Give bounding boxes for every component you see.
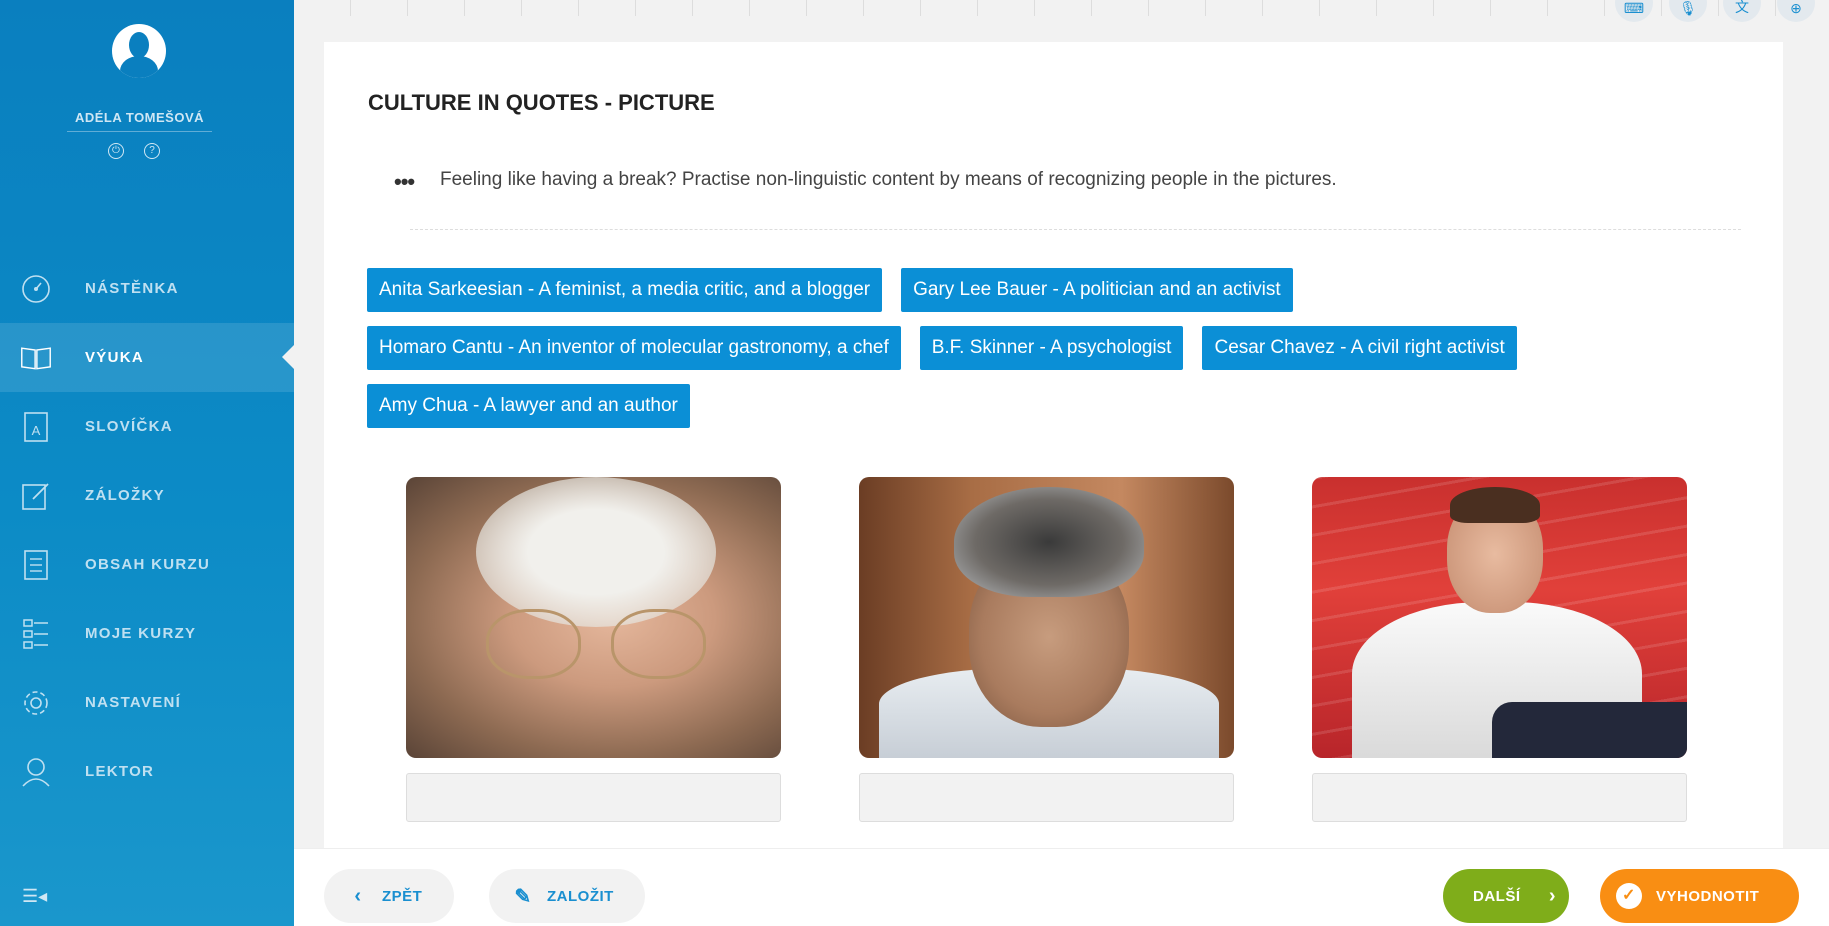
back-label: ZPĚT xyxy=(382,887,423,905)
user-name: ADÉLA TOMEŠOVÁ xyxy=(67,110,212,132)
answer-chip[interactable]: Cesar Chavez - A civil right activist xyxy=(1202,326,1517,370)
photo-item xyxy=(859,477,1234,822)
sidebar-item-label: LEKTOR xyxy=(85,763,155,780)
next-button[interactable]: DALŠÍ › xyxy=(1443,869,1569,923)
my-courses-icon xyxy=(20,618,52,650)
sidebar-item-obsah-kurzu[interactable]: OBSAH KURZU xyxy=(0,530,294,599)
sidebar-item-label: OBSAH KURZU xyxy=(85,556,211,573)
avatar[interactable] xyxy=(112,24,166,78)
sidebar-item-label: MOJE KURZY xyxy=(85,625,197,642)
svg-text:A: A xyxy=(32,423,41,438)
answer-options: Anita Sarkeesian - A feminist, a media c… xyxy=(367,268,1667,428)
instructions-text: Feeling like having a break? Practise no… xyxy=(440,169,1337,190)
answer-drop-zone[interactable] xyxy=(1312,773,1687,822)
keyboard-icon[interactable]: ⌨ xyxy=(1615,0,1653,22)
person-photo xyxy=(859,477,1234,758)
top-toolbar: ⌨ 🎙 文 ⊕ xyxy=(294,0,1829,22)
sidebar-item-label: ZÁLOŽKY xyxy=(85,487,165,504)
dashboard-icon xyxy=(20,273,52,305)
photo-grid xyxy=(406,477,1687,822)
sidebar-item-label: SLOVÍČKA xyxy=(85,418,173,435)
help-icon[interactable]: ? xyxy=(144,143,160,159)
photo-item xyxy=(406,477,781,822)
gear-icon xyxy=(20,687,52,719)
bookmark-edit-icon: ✎ xyxy=(514,885,532,908)
evaluate-label: VYHODNOTIT xyxy=(1656,887,1760,905)
chevron-right-icon: › xyxy=(1548,884,1557,907)
answer-chip[interactable]: Homaro Cantu - An inventor of molecular … xyxy=(367,326,901,370)
more-icon[interactable]: ••• xyxy=(394,169,415,195)
next-label: DALŠÍ xyxy=(1473,887,1521,905)
sidebar-item-zalozky[interactable]: ZÁLOŽKY xyxy=(0,461,294,530)
vocabulary-icon: A xyxy=(20,411,52,443)
sidebar-nav: NÁSTĚNKA VÝUKA A SLOVÍČKA ZÁLOŽKY OBSAH … xyxy=(0,254,294,806)
answer-chip[interactable]: B.F. Skinner - A psychologist xyxy=(919,326,1184,370)
sidebar-item-vyuka[interactable]: VÝUKA xyxy=(0,323,294,392)
collapse-sidebar-icon[interactable]: ☰◂ xyxy=(22,886,47,907)
person-photo xyxy=(406,477,781,758)
ruler-ticks xyxy=(350,0,1810,16)
instructions: ••• Feeling like having a break? Practis… xyxy=(394,159,1741,230)
bookmark-button[interactable]: ✎ ZALOŽIT xyxy=(489,869,645,923)
sidebar-item-label: NASTAVENÍ xyxy=(85,694,182,711)
check-icon: ✓ xyxy=(1616,883,1642,909)
answer-drop-zone[interactable] xyxy=(406,773,781,822)
course-content-icon xyxy=(20,549,52,581)
answer-drop-zone[interactable] xyxy=(859,773,1234,822)
sidebar-item-nastaveni[interactable]: NASTAVENÍ xyxy=(0,668,294,737)
sidebar-item-label: VÝUKA xyxy=(85,349,145,366)
sidebar-item-slovicka[interactable]: A SLOVÍČKA xyxy=(0,392,294,461)
bookmark-label: ZALOŽIT xyxy=(547,887,614,905)
sidebar-item-nastenka[interactable]: NÁSTĚNKA xyxy=(0,254,294,323)
answer-chip[interactable]: Anita Sarkeesian - A feminist, a media c… xyxy=(367,268,883,312)
bottom-bar: ‹ ZPĚT ✎ ZALOŽIT DALŠÍ › ✓ VYHODNOTIT xyxy=(294,848,1829,926)
chevron-left-icon: ‹ xyxy=(354,884,362,907)
sidebar-item-lektor[interactable]: LEKTOR xyxy=(0,737,294,806)
answer-chip[interactable]: Amy Chua - A lawyer and an author xyxy=(367,384,690,428)
power-icon[interactable]: ⏻ xyxy=(108,143,124,159)
sidebar-item-moje-kurzy[interactable]: MOJE KURZY xyxy=(0,599,294,668)
evaluate-button[interactable]: ✓ VYHODNOTIT xyxy=(1600,869,1799,923)
translate-icon[interactable]: 文 xyxy=(1723,0,1761,22)
add-note-icon[interactable]: ⊕ xyxy=(1777,0,1815,22)
back-button[interactable]: ‹ ZPĚT xyxy=(324,869,454,923)
tutor-icon xyxy=(20,756,52,788)
exercise-card: CULTURE IN QUOTES - PICTURE ••• Feeling … xyxy=(324,42,1783,852)
answer-chip[interactable]: Gary Lee Bauer - A politician and an act… xyxy=(901,268,1293,312)
sidebar-item-label: NÁSTĚNKA xyxy=(85,280,179,297)
photo-item xyxy=(1312,477,1687,822)
book-icon xyxy=(20,342,52,374)
microphone-icon[interactable]: 🎙 xyxy=(1669,0,1707,22)
bookmark-edit-icon xyxy=(20,480,52,512)
sidebar: ADÉLA TOMEŠOVÁ ⏻ ? NÁSTĚNKA VÝUKA A SLOV… xyxy=(0,0,294,926)
exercise-title: CULTURE IN QUOTES - PICTURE xyxy=(368,90,715,115)
person-photo xyxy=(1312,477,1687,758)
